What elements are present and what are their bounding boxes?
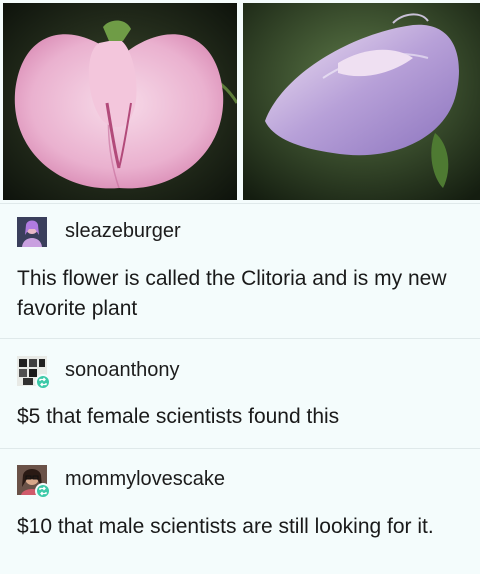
avatar-icon[interactable] xyxy=(17,217,47,247)
post-sleazeburger: sleazeburger This flower is called the C… xyxy=(0,203,480,339)
post-mommylovescake: mommylovescake $10 that male scientists … xyxy=(0,448,480,574)
post-text: $5 that female scientists found this xyxy=(17,405,340,428)
reblog-icon xyxy=(35,374,51,390)
reblog-icon xyxy=(35,483,51,499)
username[interactable]: sonoanthony xyxy=(65,359,180,382)
post-text: $10 that male scientists are still looki… xyxy=(17,515,434,538)
flower-photo-front[interactable] xyxy=(3,3,237,200)
flower-photo-side[interactable] xyxy=(243,3,480,200)
photo-strip xyxy=(0,0,480,203)
post-text: This flower is called the Clitoria and i… xyxy=(17,267,447,320)
post-sonoanthony: sonoanthony $5 that female scientists fo… xyxy=(0,338,480,449)
username[interactable]: mommylovescake xyxy=(65,468,225,491)
username[interactable]: sleazeburger xyxy=(65,220,181,243)
